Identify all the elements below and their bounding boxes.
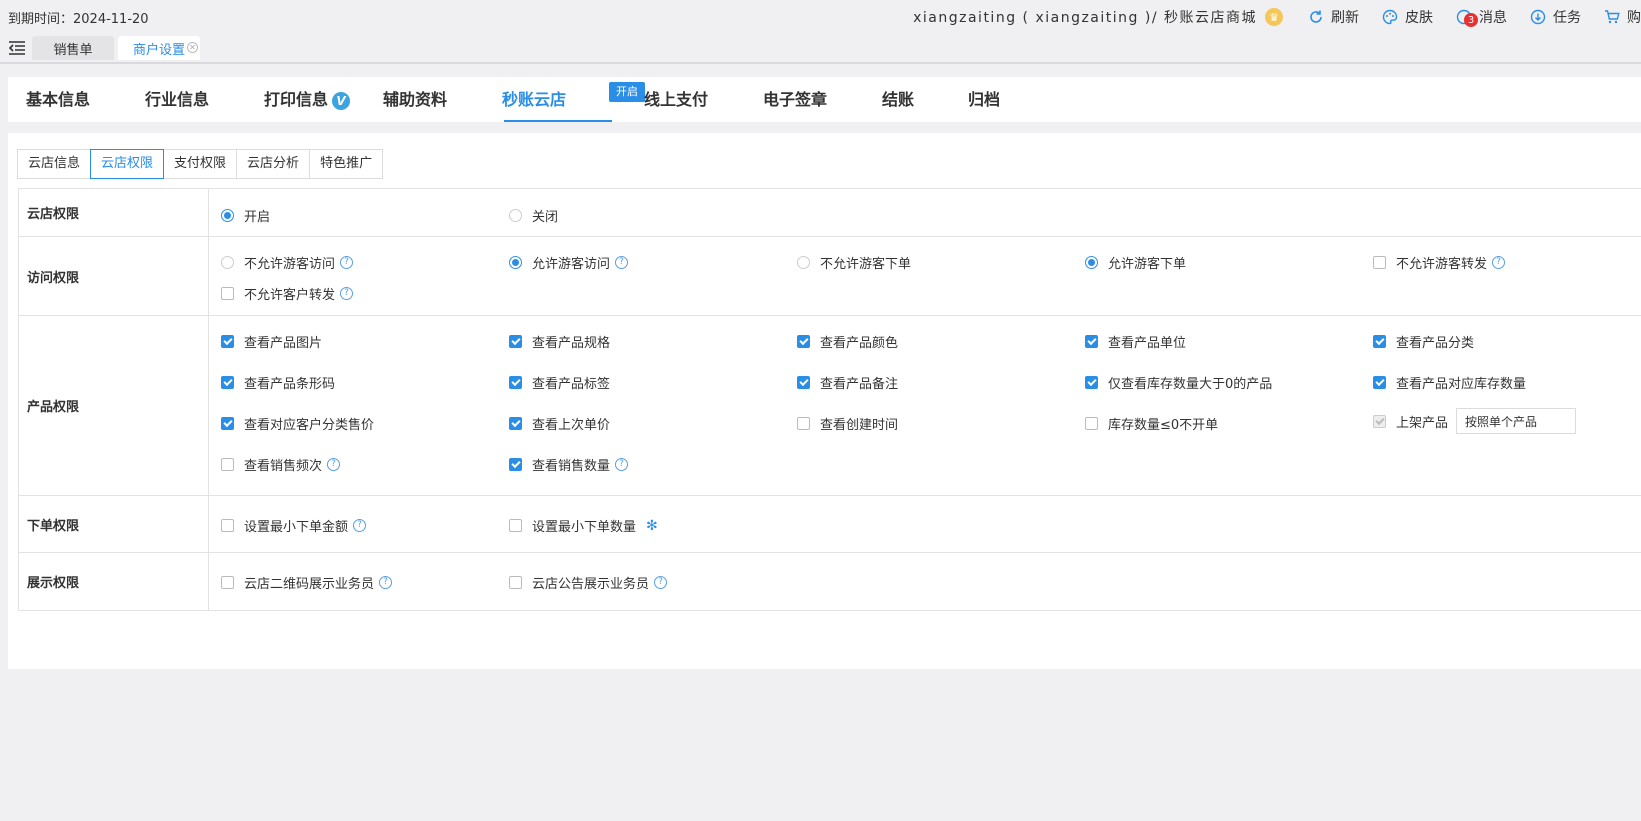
checkbox-deny-guest-share[interactable]: 不允许游客转发? (1373, 253, 1506, 272)
verified-icon: V (332, 91, 351, 110)
table-row: 展示权限 云店二维码展示业务员? 云店公告展示业务员? (18, 552, 1641, 611)
nav-settlement[interactable]: 结账 (882, 77, 914, 122)
cart-button[interactable]: 购 (1603, 7, 1641, 27)
nav-basic-info[interactable]: 基本信息 (26, 77, 90, 122)
checkbox-last-price[interactable]: 查看上次单价 (509, 414, 610, 433)
radio-deny-guest-visit[interactable]: 不允许游客访问? (221, 253, 354, 272)
checkbox-product-unit[interactable]: 查看产品单位 (1085, 332, 1186, 351)
messages-label: 消息 (1479, 10, 1507, 26)
checkbox-min-order-amount[interactable]: 设置最小下单金额? (221, 516, 367, 535)
page-tab-merchant-label: 商户设置 (132, 42, 185, 58)
nav-aux-data[interactable]: 辅助资料 (383, 77, 447, 122)
checkbox-product-stock-qty[interactable]: 查看产品对应库存数量 (1373, 373, 1526, 392)
help-icon[interactable]: ? (340, 256, 354, 269)
subtab-store-info[interactable]: 云店信息 (17, 149, 92, 179)
nav-cloud-store[interactable]: 秒账云店 (502, 77, 566, 122)
checkbox-stock-positive-only[interactable]: 仅查看库存数量大于0的产品 (1085, 373, 1272, 392)
checkbox-product-category[interactable]: 查看产品分类 (1373, 332, 1474, 351)
checkbox-no-order-zero-stock[interactable]: 库存数量≤0不开单 (1085, 414, 1218, 433)
radio-allow-guest-order[interactable]: 允许游客下单 (1085, 253, 1186, 272)
table-row: 下单权限 设置最小下单金额? 设置最小下单数量 ✻ (18, 495, 1641, 553)
checkbox-product-tag[interactable]: 查看产品标签 (509, 373, 610, 392)
checkbox-deny-customer-share[interactable]: 不允许客户转发? (221, 284, 354, 303)
row-label-order: 下单权限 (18, 495, 209, 553)
page-tab-merchant[interactable]: 商户设置 ✕ (118, 36, 200, 60)
radio-allow-guest-visit[interactable]: 允许游客访问? (509, 253, 629, 272)
nav-print-info[interactable]: 打印信息 V (264, 77, 351, 122)
row-label-product: 产品权限 (18, 315, 209, 496)
subtab-store-permissions[interactable]: 云店权限 (90, 149, 165, 179)
checkbox-shelf-product[interactable]: 上架产品 按照单个产品 (1373, 408, 1577, 434)
user-info[interactable]: xiangzaiting ( xiangzaiting )/ 秒账云店商城 (913, 7, 1257, 27)
messages-button[interactable]: 3 消息 (1455, 7, 1507, 27)
top-bar: 到期时间：2024-11-20 xiangzaiting ( xiangzait… (0, 0, 1641, 34)
subtab-featured-promotion[interactable]: 特色推广 (309, 149, 384, 179)
help-icon[interactable]: ? (327, 458, 341, 471)
tasks-label: 任务 (1553, 10, 1581, 26)
row-label-display: 展示权限 (18, 552, 209, 611)
active-tab-indicator (504, 120, 612, 122)
open-badge: 开启 (609, 82, 645, 102)
help-icon[interactable]: ? (379, 576, 393, 589)
cart-label: 购 (1627, 10, 1641, 26)
help-icon[interactable]: ? (1492, 256, 1506, 269)
skin-button[interactable]: 皮肤 (1381, 7, 1433, 27)
sub-tabs: 云店信息 云店权限 支付权限 云店分析 特色推广 (17, 149, 384, 179)
close-icon[interactable]: ✕ (187, 42, 198, 53)
subtab-store-analysis[interactable]: 云店分析 (236, 149, 311, 179)
skin-label: 皮肤 (1405, 10, 1433, 26)
page-tab-sales[interactable]: 销售单 (32, 36, 114, 60)
page-tab-bar: 销售单 商户设置 ✕ (0, 34, 1641, 64)
palette-icon (1381, 8, 1399, 26)
table-row: 产品权限 查看产品图片 查看产品规格 查看产品颜色 查看产品单位 查看产品分类 … (18, 315, 1641, 496)
main-nav: 基本信息 行业信息 打印信息 V 辅助资料 秒账云店 开启 线上支付 电子签章 结… (8, 77, 1641, 122)
radio-store-open[interactable]: 开启 (221, 206, 270, 225)
checkbox-product-barcode[interactable]: 查看产品条形码 (221, 373, 335, 392)
help-icon[interactable]: ? (353, 519, 367, 532)
checkbox-product-image[interactable]: 查看产品图片 (221, 332, 322, 351)
content-panel: 云店信息 云店权限 支付权限 云店分析 特色推广 云店权限 开启 关闭 访问权限… (8, 133, 1641, 669)
checkbox-sales-quantity[interactable]: 查看销售数量? (509, 455, 629, 474)
menu-toggle-icon[interactable] (8, 40, 26, 56)
checkbox-qr-show-salesman[interactable]: 云店二维码展示业务员? (221, 573, 393, 592)
nav-online-payment[interactable]: 线上支付 (644, 77, 708, 122)
expire-date: 到期时间：2024-11-20 (8, 12, 149, 27)
nav-e-signature[interactable]: 电子签章 (763, 77, 827, 122)
row-label-store: 云店权限 (18, 188, 209, 237)
message-count-badge: 3 (1464, 13, 1478, 27)
refresh-label: 刷新 (1331, 10, 1359, 26)
subtab-payment-permissions[interactable]: 支付权限 (163, 149, 238, 179)
crown-icon: ♛ (1265, 8, 1283, 26)
table-row: 云店权限 开启 关闭 (18, 188, 1641, 237)
gear-icon[interactable]: ✻ (646, 518, 658, 534)
top-actions: xiangzaiting ( xiangzaiting )/ 秒账云店商城 ♛ … (913, 0, 1641, 34)
shelf-mode-select[interactable]: 按照单个产品 (1456, 408, 1577, 434)
checkbox-sales-frequency[interactable]: 查看销售频次? (221, 455, 341, 474)
refresh-button[interactable]: 刷新 (1307, 7, 1359, 27)
checkbox-product-note[interactable]: 查看产品备注 (797, 373, 898, 392)
checkbox-product-spec[interactable]: 查看产品规格 (509, 332, 610, 351)
cart-icon (1603, 8, 1621, 26)
checkbox-min-order-qty[interactable]: 设置最小下单数量 ✻ (509, 516, 658, 535)
nav-archive[interactable]: 归档 (968, 77, 1000, 122)
help-icon[interactable]: ? (615, 256, 629, 269)
checkbox-notice-show-salesman[interactable]: 云店公告展示业务员? (509, 573, 668, 592)
table-row: 访问权限 不允许游客访问? 允许游客访问? 不允许游客下单 允许游客下单 不允许… (18, 236, 1641, 316)
checkbox-customer-category-price[interactable]: 查看对应客户分类售价 (221, 414, 374, 433)
help-icon[interactable]: ? (340, 287, 354, 300)
row-label-access: 访问权限 (18, 236, 209, 316)
checkbox-created-time[interactable]: 查看创建时间 (797, 414, 898, 433)
permissions-table: 云店权限 开启 关闭 访问权限 不允许游客访问? 允许游客访问? 不允许游客下单… (18, 188, 1641, 611)
download-icon (1529, 8, 1547, 26)
nav-industry-info[interactable]: 行业信息 (145, 77, 209, 122)
tasks-button[interactable]: 任务 (1529, 7, 1581, 27)
refresh-icon (1307, 8, 1325, 26)
nav-print-info-label: 打印信息 (264, 90, 329, 109)
radio-deny-guest-order[interactable]: 不允许游客下单 (797, 253, 911, 272)
help-icon[interactable]: ? (615, 458, 629, 471)
help-icon[interactable]: ? (654, 576, 668, 589)
checkbox-product-color[interactable]: 查看产品颜色 (797, 332, 898, 351)
radio-store-close[interactable]: 关闭 (509, 206, 558, 225)
